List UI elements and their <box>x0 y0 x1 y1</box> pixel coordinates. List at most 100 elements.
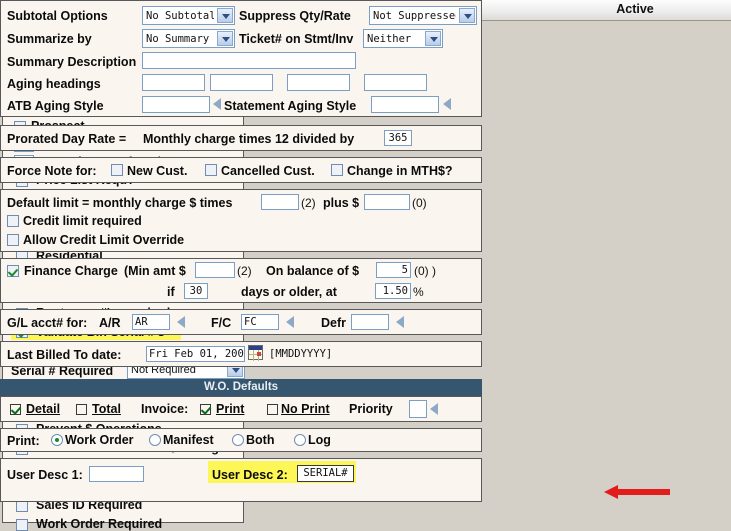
wo-print-label: Print: <box>7 434 40 448</box>
subtotal-options-label: Subtotal Options <box>7 9 108 23</box>
subtotal-options-value: No Subtotals <box>146 10 214 22</box>
default-limit-label: Default limit = monthly charge $ times <box>7 196 233 210</box>
checkbox-finance-charge[interactable] <box>7 265 19 277</box>
gl-ar-label: A/R <box>99 316 121 330</box>
billing-options-group: Subtotal Options No Subtotals Suppress Q… <box>0 0 482 117</box>
gl-defr-label: Defr <box>321 316 347 330</box>
radio-print-both[interactable] <box>232 434 244 446</box>
last-billed-label: Last Billed To date: <box>7 348 122 362</box>
wo-invoice-label: Invoice: <box>141 402 189 416</box>
force-note-group: Force Note for: New Cust. Cancelled Cust… <box>0 157 482 183</box>
min-amt-note: (2) <box>237 264 252 278</box>
days-or-older-label: days or older, at <box>241 285 337 299</box>
gl-ar-field[interactable]: AR <box>132 314 170 330</box>
annotation-arrow-user-desc-2 <box>604 485 670 499</box>
user-desc-group: User Desc 1: User Desc 2: SERIAL# <box>0 458 482 502</box>
chevron-down-icon[interactable] <box>425 31 441 46</box>
atb-aging-style-label: ATB Aging Style <box>7 99 104 113</box>
checkbox-force-note-change-mth[interactable] <box>331 164 343 176</box>
radio-print-log-label: Log <box>308 433 331 447</box>
statement-aging-style-lookup-icon[interactable] <box>443 98 451 110</box>
wo-priority-lookup-icon[interactable] <box>430 403 438 415</box>
summarize-by-value: No Summary <box>146 33 210 45</box>
radio-print-work-order[interactable] <box>51 434 63 446</box>
min-amt-field[interactable] <box>195 262 235 278</box>
radio-print-manifest[interactable] <box>149 434 161 446</box>
radio-print-log[interactable] <box>294 434 306 446</box>
prorated-day-rate-label: Prorated Day Rate = <box>7 132 127 146</box>
user-desc-1-field[interactable] <box>89 466 144 482</box>
ticket-on-stmt-select[interactable]: Neither <box>363 29 443 48</box>
chevron-down-icon[interactable] <box>217 8 233 23</box>
credit-limit-group: Default limit = monthly charge $ times (… <box>0 189 482 252</box>
prorated-divisor-field[interactable]: 365 <box>384 130 412 146</box>
default-limit-times-field[interactable] <box>261 194 299 210</box>
finance-charge-group: Finance Charge (Min amt $ (2) On balance… <box>0 258 482 303</box>
summarize-by-select[interactable]: No Summary <box>142 29 235 48</box>
if-label: if <box>167 285 175 299</box>
gl-fc-field[interactable]: FC <box>241 314 279 330</box>
gl-fc-lookup-icon[interactable] <box>286 316 294 328</box>
checkbox-credit-limit-required-label: Credit limit required <box>23 214 142 228</box>
rate-unit-label: % <box>413 285 424 299</box>
checkbox-force-note-cancelled-cust[interactable] <box>205 164 217 176</box>
aging-heading-field-2[interactable] <box>210 74 273 91</box>
checkbox-force-note-new-cust[interactable] <box>111 164 123 176</box>
aging-heading-field-4[interactable] <box>364 74 427 91</box>
checkbox-work-order-required-label: Work Order Required <box>36 517 163 531</box>
checkbox-wo-total-label: Total <box>92 402 121 416</box>
default-limit-times-note: (2) <box>301 196 316 210</box>
checkbox-wo-print[interactable] <box>200 404 211 415</box>
finance-charge-label: Finance Charge <box>24 264 118 278</box>
last-billed-group: Last Billed To date: Fri Feb 01, 2008 [M… <box>0 341 482 367</box>
default-limit-plus-field[interactable] <box>364 194 410 210</box>
checkbox-wo-print-label: Print <box>216 402 245 416</box>
last-billed-date-field[interactable]: Fri Feb 01, 2008 <box>146 346 245 362</box>
summary-description-field[interactable] <box>142 52 356 69</box>
atb-aging-style-field[interactable] <box>142 96 210 113</box>
gl-ar-lookup-icon[interactable] <box>177 316 185 328</box>
prorated-formula-label: Monthly charge times 12 divided by <box>143 132 355 146</box>
checkbox-allow-credit-limit-override-label: Allow Credit Limit Override <box>23 233 185 247</box>
cycle-parameters-window: Cycle Parameters Active Bill type Open I… <box>0 0 731 531</box>
rate-field[interactable]: 1.50 <box>375 283 411 299</box>
suppress-qty-rate-label: Suppress Qty/Rate <box>239 9 351 23</box>
summary-description-label: Summary Description <box>7 55 137 69</box>
prorated-day-rate-group: Prorated Day Rate = Monthly charge times… <box>0 125 482 151</box>
calendar-icon[interactable] <box>248 345 263 361</box>
checkbox-allow-credit-limit-override[interactable] <box>7 234 19 246</box>
statement-aging-style-field[interactable] <box>371 96 439 113</box>
user-desc-2-label: User Desc 2: <box>212 468 288 482</box>
gl-acct-label: G/L acct# for: <box>7 316 88 330</box>
checkbox-credit-limit-required[interactable] <box>7 215 19 227</box>
checkbox-wo-no-print-label: No Print <box>281 402 330 416</box>
days-field[interactable]: 30 <box>184 283 208 299</box>
wo-print-mode-group: Print: Work Order Manifest Both Log <box>0 428 482 452</box>
suppress-qty-rate-select[interactable]: Not Suppressed <box>369 6 477 25</box>
checkbox-force-note-cancelled-cust-label: Cancelled Cust. <box>221 164 315 178</box>
gl-defr-field[interactable] <box>351 314 389 330</box>
on-balance-field[interactable]: 5 <box>376 262 411 278</box>
gl-fc-label: F/C <box>211 316 232 330</box>
user-desc-2-field[interactable]: SERIAL# <box>297 465 354 482</box>
checkbox-work-order-required[interactable] <box>16 519 28 531</box>
last-billed-format-hint: [MMDDYYYY] <box>269 348 333 360</box>
checkbox-wo-no-print[interactable] <box>267 404 278 415</box>
chevron-down-icon[interactable] <box>459 8 475 23</box>
chevron-down-icon[interactable] <box>217 31 233 46</box>
aging-heading-field-1[interactable] <box>142 74 205 91</box>
statement-aging-style-label: Statement Aging Style <box>224 99 357 113</box>
radio-print-both-label: Both <box>246 433 275 447</box>
wo-priority-field[interactable] <box>409 400 427 418</box>
on-balance-note: (0) ) <box>414 264 436 278</box>
checkbox-wo-detail[interactable] <box>10 404 21 415</box>
gl-defr-lookup-icon[interactable] <box>396 316 404 328</box>
aging-heading-field-3[interactable] <box>287 74 350 91</box>
subtotal-options-select[interactable]: No Subtotals <box>142 6 235 25</box>
atb-aging-style-lookup-icon[interactable] <box>213 98 221 110</box>
checkbox-wo-total[interactable] <box>76 404 87 415</box>
ticket-on-stmt-label: Ticket# on Stmt/Inv <box>239 32 354 46</box>
force-note-label: Force Note for: <box>7 164 97 178</box>
ticket-on-stmt-value: Neither <box>367 33 412 45</box>
checkbox-wo-detail-label: Detail <box>26 402 61 416</box>
